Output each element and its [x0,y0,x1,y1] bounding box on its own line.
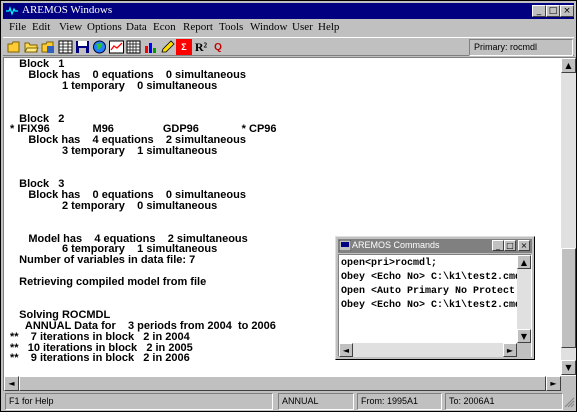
commands-close-button[interactable]: × [518,240,530,251]
commands-window[interactable]: AREMOS Commands _ □ × open<pri>rocmdl; Ob… [335,236,535,360]
vertical-scroll-thumb[interactable] [561,248,576,348]
menu-help[interactable]: Help [318,21,339,33]
menu-report[interactable]: Report [183,21,213,33]
status-bar: F1 for Help ANNUAL From: 1995A1 To: 2006… [3,392,576,411]
r-squared-icon[interactable]: R² [193,39,209,55]
output-line: 3 temporary 1 simultaneous [10,145,218,158]
minimize-button[interactable]: _ [532,5,546,17]
primary-database: Primary: rocmdl [469,39,573,56]
command-line: Obey <Echo No> C:\k1\test2.cmd; [341,272,517,283]
menu-edit[interactable]: Edit [32,21,50,33]
vertical-scrollbar[interactable]: ▲ ▼ [561,58,576,375]
commands-scroll-right-button[interactable]: ► [503,343,517,357]
menu-econ[interactable]: Econ [153,21,176,33]
scroll-down-button[interactable]: ▼ [561,360,576,375]
menu-tools[interactable]: Tools [219,21,243,33]
output-line: 2 temporary 0 simultaneous [10,199,218,212]
pencil-icon[interactable] [159,39,175,55]
status-help: F1 for Help [5,393,273,410]
menu-options[interactable]: Options [87,21,122,33]
commands-scroll-up-button[interactable]: ▲ [517,255,531,269]
commands-title-bar[interactable]: AREMOS Commands _ □ × [338,239,532,253]
aremos-main-window: AREMOS Windows _ □ × File Edit View Opti… [0,0,577,412]
status-to: To: 2006A1 [445,393,563,410]
commands-app-icon [339,240,351,251]
horizontal-scrollbar[interactable]: ◄ ► [4,376,561,391]
menu-bar: File Edit View Options Data Econ Report … [3,20,574,36]
command-line: Open <Auto Primary No Protect No [341,286,517,297]
commands-maximize-button[interactable]: □ [504,240,516,251]
scroll-up-button[interactable]: ▲ [561,58,576,73]
menu-user[interactable]: User [292,21,313,33]
commands-minimize-button[interactable]: _ [492,240,504,251]
window-title: AREMOS Windows [22,4,113,16]
status-frequency: ANNUAL [278,393,354,410]
horizontal-scroll-thumb[interactable] [19,376,546,391]
close-button[interactable]: × [560,5,574,17]
command-line: Obey <Echo No> C:\k1\test2.cmd; [341,300,517,311]
command-line: open<pri>rocmdl; [341,258,438,269]
app-icon [5,5,19,17]
scrollbar-corner [561,376,576,391]
statistics-icon[interactable]: Σ [176,39,192,55]
commands-text-area[interactable]: open<pri>rocmdl; Obey <Echo No> C:\k1\tes… [338,254,532,357]
table-icon[interactable] [57,39,73,55]
q-icon[interactable]: Q [210,39,226,55]
scroll-right-button[interactable]: ► [546,376,561,391]
save-disk-icon[interactable] [74,39,90,55]
open-folder-icon[interactable] [23,39,39,55]
menu-file[interactable]: File [9,21,26,33]
toolbar: Σ R² Q Primary: rocmdl [3,37,574,56]
commands-vertical-scrollbar[interactable]: ▲ ▼ [517,255,531,343]
commands-scroll-down-button[interactable]: ▼ [517,329,531,343]
commands-window-title: AREMOS Commands [352,240,440,250]
menu-window[interactable]: Window [250,21,287,33]
new-folder-icon[interactable] [6,39,22,55]
maximize-button[interactable]: □ [546,5,560,17]
status-from: From: 1995A1 [357,393,442,410]
commands-scroll-left-button[interactable]: ◄ [339,343,353,357]
bar-chart-icon[interactable] [142,39,158,55]
title-bar[interactable]: AREMOS Windows _ □ × [3,3,574,19]
resize-grip-icon[interactable] [564,397,575,408]
chart-icon[interactable] [108,39,124,55]
grid-icon[interactable] [125,39,141,55]
menu-view[interactable]: View [59,21,82,33]
save-icon[interactable] [40,39,56,55]
commands-lines: open<pri>rocmdl; Obey <Echo No> C:\k1\tes… [341,257,517,313]
commands-horizontal-scrollbar[interactable]: ◄ ► [339,343,517,357]
globe-icon[interactable] [91,39,107,55]
output-line: 1 temporary 0 simultaneous [10,79,218,92]
scroll-left-button[interactable]: ◄ [4,376,19,391]
commands-scrollbar-corner [517,343,531,357]
menu-data[interactable]: Data [126,21,147,33]
